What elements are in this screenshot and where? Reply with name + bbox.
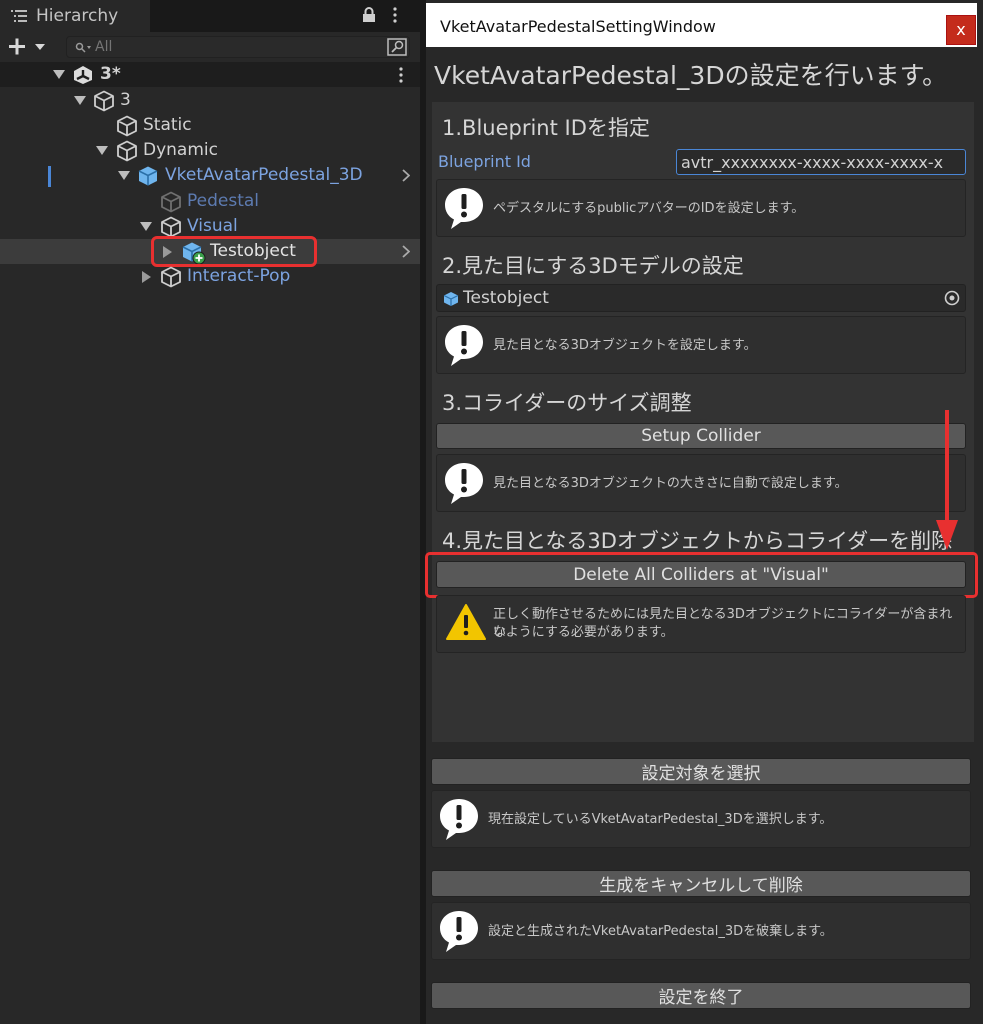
highlight-box-delete-button [425,552,978,598]
chevron-right-icon[interactable] [402,245,410,258]
unity-scene-icon [72,65,94,85]
section1-title: 1.Blueprint IDを指定 [442,116,650,140]
help-box-select: 現在設定しているVketAvatarPedestal_3Dを選択します。 [431,790,971,848]
section2-title: 2.見た目にする3Dモデルの設定 [442,254,744,278]
hierarchy-toolbar [0,32,420,62]
object-picker-icon[interactable] [944,290,960,306]
blueprint-id-field[interactable] [676,149,966,175]
search-filter-icon[interactable] [387,38,407,56]
annotation-arrow [932,410,962,552]
scene-name: 3* [100,64,121,84]
hierarchy-row-scene[interactable]: 3* [0,62,420,87]
row-label: Pedestal [187,191,260,211]
expand-arrow-icon[interactable] [118,171,130,181]
help-box-collider: 見た目となる3Dオブジェクトの大きさに自動で設定します。 [436,454,966,512]
hierarchy-row-pedestal[interactable]: Pedestal [0,189,420,214]
finish-settings-button[interactable]: 設定を終了 [431,982,971,1009]
hierarchy-tab[interactable]: Hierarchy [0,0,150,32]
cancel-generation-button[interactable]: 生成をキャンセルして削除 [431,870,971,897]
hierarchy-row-interact-pop[interactable]: Interact-Pop [0,264,420,289]
gameobject-icon [93,90,115,112]
row-label: 3 [120,90,131,110]
search-icon [75,42,91,53]
expand-arrow-icon[interactable] [96,146,108,156]
add-object-button[interactable] [6,35,52,59]
visual-model-object-field[interactable]: Testobject [436,284,966,312]
expand-arrow-icon[interactable] [53,70,65,80]
hierarchy-tabbar: Hierarchy [0,0,420,32]
gameobject-icon [160,191,182,213]
help-text: 見た目となる3Dオブジェクトの大きさに自動で設定します。 [493,476,848,491]
row-label: Static [143,115,192,135]
hierarchy-search[interactable] [66,36,410,58]
expand-arrow-icon[interactable] [140,222,152,232]
close-button[interactable]: x [946,15,976,45]
gameobject-icon [160,216,182,238]
help-text: 見た目となる3Dオブジェクトを設定します。 [493,338,757,353]
gameobject-icon [116,140,138,162]
lock-icon[interactable] [362,7,376,23]
prefab-icon [443,291,459,307]
warning-icon [445,603,487,641]
gameobject-icon [160,266,182,288]
help-text: 現在設定しているVketAvatarPedestal_3Dを選択します。 [488,812,833,827]
kebab-menu-icon[interactable] [392,7,398,23]
chevron-right-icon[interactable] [402,169,410,182]
help-text: 設定と生成されたVketAvatarPedestal_3Dを破棄します。 [488,924,833,939]
row-label: VketAvatarPedestal_3D [165,165,363,185]
info-icon [443,323,485,367]
help-text: ペデスタルにするpublicアバターのIDを設定します。 [493,201,805,216]
blueprint-id-label: Blueprint Id [438,152,531,171]
info-icon [438,797,480,841]
expand-arrow-icon[interactable] [74,96,86,106]
warning-text-line2: いようにする必要があります。 [493,625,674,640]
row-label: Interact-Pop [187,266,291,286]
help-box-model: 見た目となる3Dオブジェクトを設定します。 [436,316,966,374]
gameobject-icon [116,115,138,137]
window-heading: VketAvatarPedestal_3Dの設定を行います。 [434,61,948,90]
row-label: Dynamic [143,140,218,160]
object-field-value: Testobject [463,288,549,308]
help-box-blueprint: ペデスタルにするpublicアバターのIDを設定します。 [436,179,966,237]
info-icon [443,186,485,230]
search-input[interactable] [95,38,375,56]
window-titlebar[interactable]: VketAvatarPedestalSettingWindow x [426,3,977,47]
info-icon [443,461,485,505]
help-box-cancel: 設定と生成されたVketAvatarPedestal_3Dを破棄します。 [431,902,971,960]
hierarchy-row-dynamic[interactable]: Dynamic [0,138,420,163]
hierarchy-row-3[interactable]: 3 [0,88,420,113]
setup-collider-button[interactable]: Setup Collider [436,423,966,449]
hierarchy-row-static[interactable]: Static [0,113,420,138]
window-title: VketAvatarPedestalSettingWindow [440,17,716,36]
info-icon [438,909,480,953]
list-icon [11,10,27,22]
collapsed-arrow-icon[interactable] [142,271,152,283]
highlight-box-testobject [151,236,317,267]
hierarchy-panel: Hierarchy 3* [0,0,420,1024]
section3-title: 3.コライダーのサイズ調整 [442,391,692,415]
warning-box: 正しく動作させるためには見た目となる3Dオブジェクトにコライダーが含まれな いよ… [436,595,966,653]
hierarchy-tab-title: Hierarchy [36,6,119,26]
row-label: Visual [187,216,238,236]
hierarchy-row-pedestal-root[interactable]: VketAvatarPedestal_3D [0,163,420,188]
select-target-button[interactable]: 設定対象を選択 [431,758,971,785]
section4-title: 4.見た目となる3Dオブジェクトからコライダーを削除 [442,529,953,553]
prefab-icon [137,165,159,187]
scene-menu-icon[interactable] [398,67,404,83]
